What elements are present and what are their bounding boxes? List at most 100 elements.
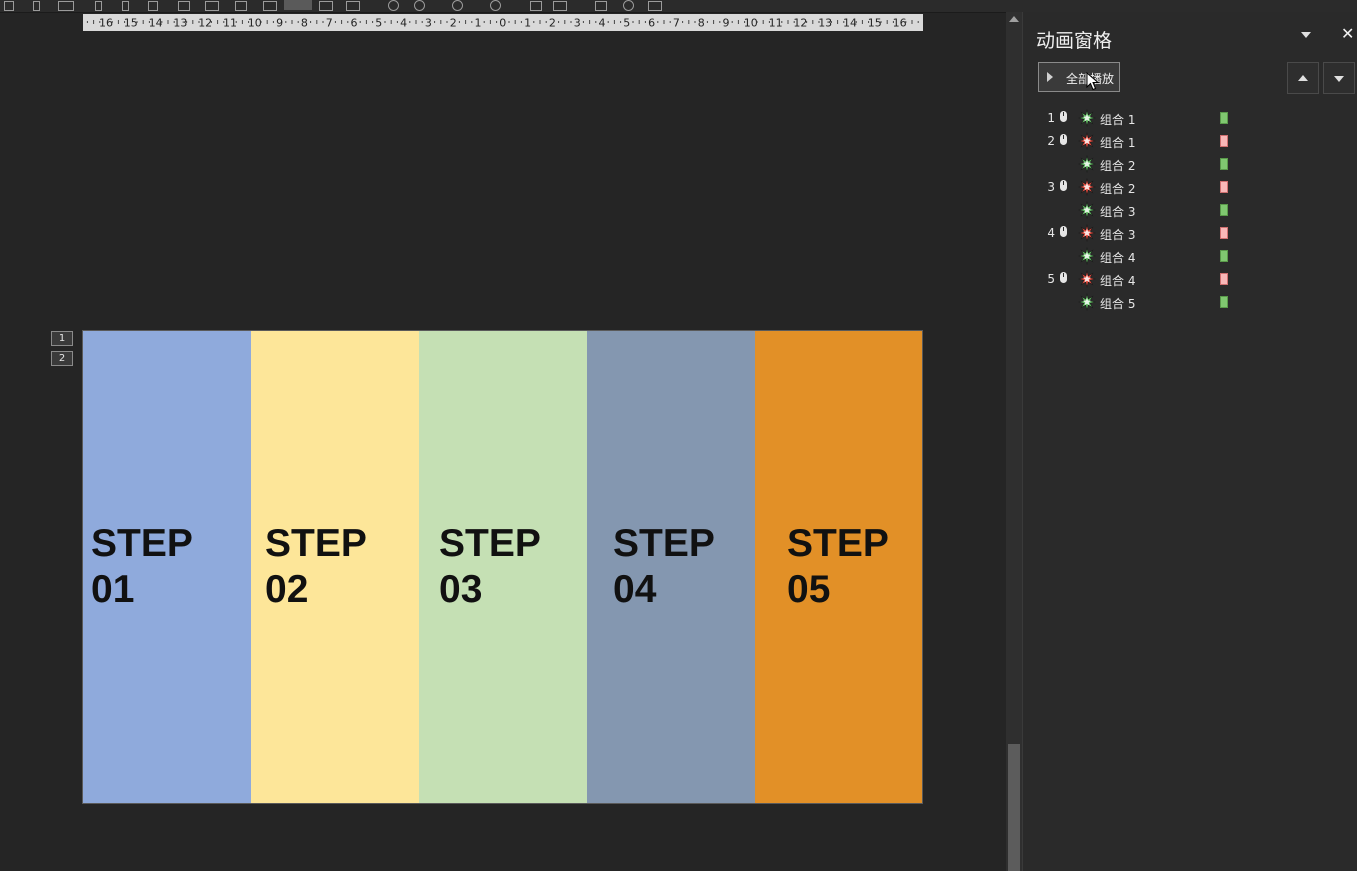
move-down-button[interactable] [1323,62,1355,94]
step-01-text: STEP 01 [91,521,193,613]
toolbar-align-center-icon[interactable] [33,1,40,11]
toolbar-pane-icon[interactable] [595,1,607,11]
timeline-bar[interactable] [1220,158,1228,170]
step-03-text: STEP 03 [439,521,541,613]
scrollbar-thumb[interactable] [1008,744,1020,871]
entrance-effect-star-icon [1078,293,1096,311]
animation-list-item[interactable]: 1 组合 1 [1023,107,1357,130]
toolbar-picture-icon[interactable] [346,1,360,11]
toolbar-align-bottom-icon[interactable] [148,1,158,11]
animation-list-item[interactable]: 4 组合 3 [1023,222,1357,245]
step-01-number: 01 [91,568,135,611]
scroll-up-icon[interactable] [1009,16,1019,22]
toolbar-sound-icon[interactable] [623,0,634,11]
animation-list-item[interactable]: 组合 5 [1023,291,1357,314]
ruler-label: 10 [744,17,758,30]
toolbar-selected-tool-icon[interactable] [284,0,312,10]
step-04-text: STEP 04 [613,521,715,613]
toolbar-send-backward-icon[interactable] [263,1,277,11]
entrance-effect-star-icon [1078,155,1096,173]
ruler-label: 1 [475,17,482,30]
timeline-bar[interactable] [1220,296,1228,308]
ruler-label: 9 [276,17,283,30]
ruler-ticks: 16 15 14 13 12 11 10 9 8 7 6 5 4 3 2 1 0 1 2 3 4 5 6 7 8 9 10 11 12 1… [86,17,919,30]
ruler-label: 14 [149,17,163,30]
slide[interactable]: STEP 01 STEP 02 STEP 03 STEP 04 STEP 05 [82,330,923,804]
toolbar-trigger-icon[interactable] [530,1,542,11]
exit-effect-star-icon [1078,178,1096,196]
ruler-label: 15 [868,17,882,30]
animation-order-tag[interactable]: 2 [51,351,73,366]
animation-list-item[interactable]: 2 组合 1 [1023,130,1357,153]
animation-list-item[interactable]: 组合 2 [1023,153,1357,176]
step-column-4[interactable]: STEP 04 [587,331,755,803]
toolbar-animation-icon[interactable] [414,0,425,11]
toolbar-group-icon[interactable] [178,1,190,11]
ruler-label: 7 [326,17,333,30]
toolbar-bring-forward-icon[interactable] [235,1,247,11]
animation-target-name: 组合 3 [1100,205,1136,219]
exit-effect-star-icon [1078,132,1096,150]
toolbar-painter-icon[interactable] [553,1,567,11]
toolbar-effect-icon[interactable] [388,0,399,11]
vertical-scrollbar[interactable] [1006,12,1022,871]
toolbar-align-middle-icon[interactable] [122,1,129,11]
animation-list-item[interactable]: 组合 3 [1023,199,1357,222]
timeline-bar[interactable] [1220,204,1228,216]
play-icon [1047,72,1053,82]
animation-sequence-number: 3 [1047,180,1055,194]
pane-options-chevron-down-icon[interactable] [1301,32,1311,38]
step-column-3[interactable]: STEP 03 [419,331,587,803]
animation-list-item[interactable]: 5 组合 4 [1023,268,1357,291]
step-03-word: STEP [439,522,541,565]
horizontal-ruler: 16 15 14 13 12 11 10 9 8 7 6 5 4 3 2 1 0 1 2 3 4 5 6 7 8 9 10 11 12 1… [83,14,923,31]
toolbar-crop-icon[interactable] [319,1,333,11]
ruler-label: 8 [301,17,308,30]
animation-list-item[interactable]: 3 组合 2 [1023,176,1357,199]
animation-pane-title: 动画窗格 [1036,30,1113,52]
step-column-2[interactable]: STEP 02 [251,331,419,803]
ruler-label: 6 [648,17,655,30]
exit-effect-star-icon [1078,270,1096,288]
play-all-button[interactable]: 全部播放 [1038,62,1120,92]
ruler-label: 1 [524,17,531,30]
animation-target-name: 组合 4 [1100,251,1136,265]
animation-order-tag[interactable]: 1 [51,331,73,346]
toolbar-align-icon[interactable] [4,1,14,11]
toolbar-preview-icon[interactable] [452,0,463,11]
entrance-effect-star-icon [1078,201,1096,219]
animation-target-name: 组合 2 [1100,159,1136,173]
animation-sequence-number: 2 [1047,134,1055,148]
animation-list-item[interactable]: 组合 4 [1023,245,1357,268]
timeline-bar[interactable] [1220,273,1228,285]
step-05-word: STEP [787,522,889,565]
ruler-label: 13 [173,17,187,30]
ruler-label: 0 [499,17,506,30]
pane-close-icon[interactable]: ✕ [1341,24,1354,43]
arrow-up-icon [1298,75,1308,81]
timeline-bar[interactable] [1220,181,1228,193]
step-02-text: STEP 02 [265,521,367,613]
animation-target-name: 组合 5 [1100,297,1136,311]
timeline-bar[interactable] [1220,112,1228,124]
toolbar-timing-icon[interactable] [648,1,662,11]
toolbar-distribute-icon[interactable] [58,1,74,11]
step-column-5[interactable]: STEP 05 [755,331,922,803]
toolbar-refresh-icon[interactable] [490,0,501,11]
mouse-click-icon [1060,226,1067,237]
entrance-effect-star-icon [1078,109,1096,127]
timeline-bar[interactable] [1220,250,1228,262]
move-up-button[interactable] [1287,62,1319,94]
step-column-1[interactable]: STEP 01 [83,331,251,803]
mouse-click-icon [1060,111,1067,122]
ruler-label: 3 [425,17,432,30]
toolbar-ungroup-icon[interactable] [205,1,219,11]
animation-pane: 动画窗格 ✕ 全部播放 1 组合 1 2 组合 1 组合 2 3 组合 2 组合 3 4 组合 3… [1023,12,1357,871]
ruler-label: 16 [893,17,907,30]
ruler-label: 14 [843,17,857,30]
toolbar-align-top-icon[interactable] [95,1,102,11]
ruler-label: 15 [124,17,138,30]
timeline-bar[interactable] [1220,227,1228,239]
ruler-label: 4 [400,17,407,30]
timeline-bar[interactable] [1220,135,1228,147]
